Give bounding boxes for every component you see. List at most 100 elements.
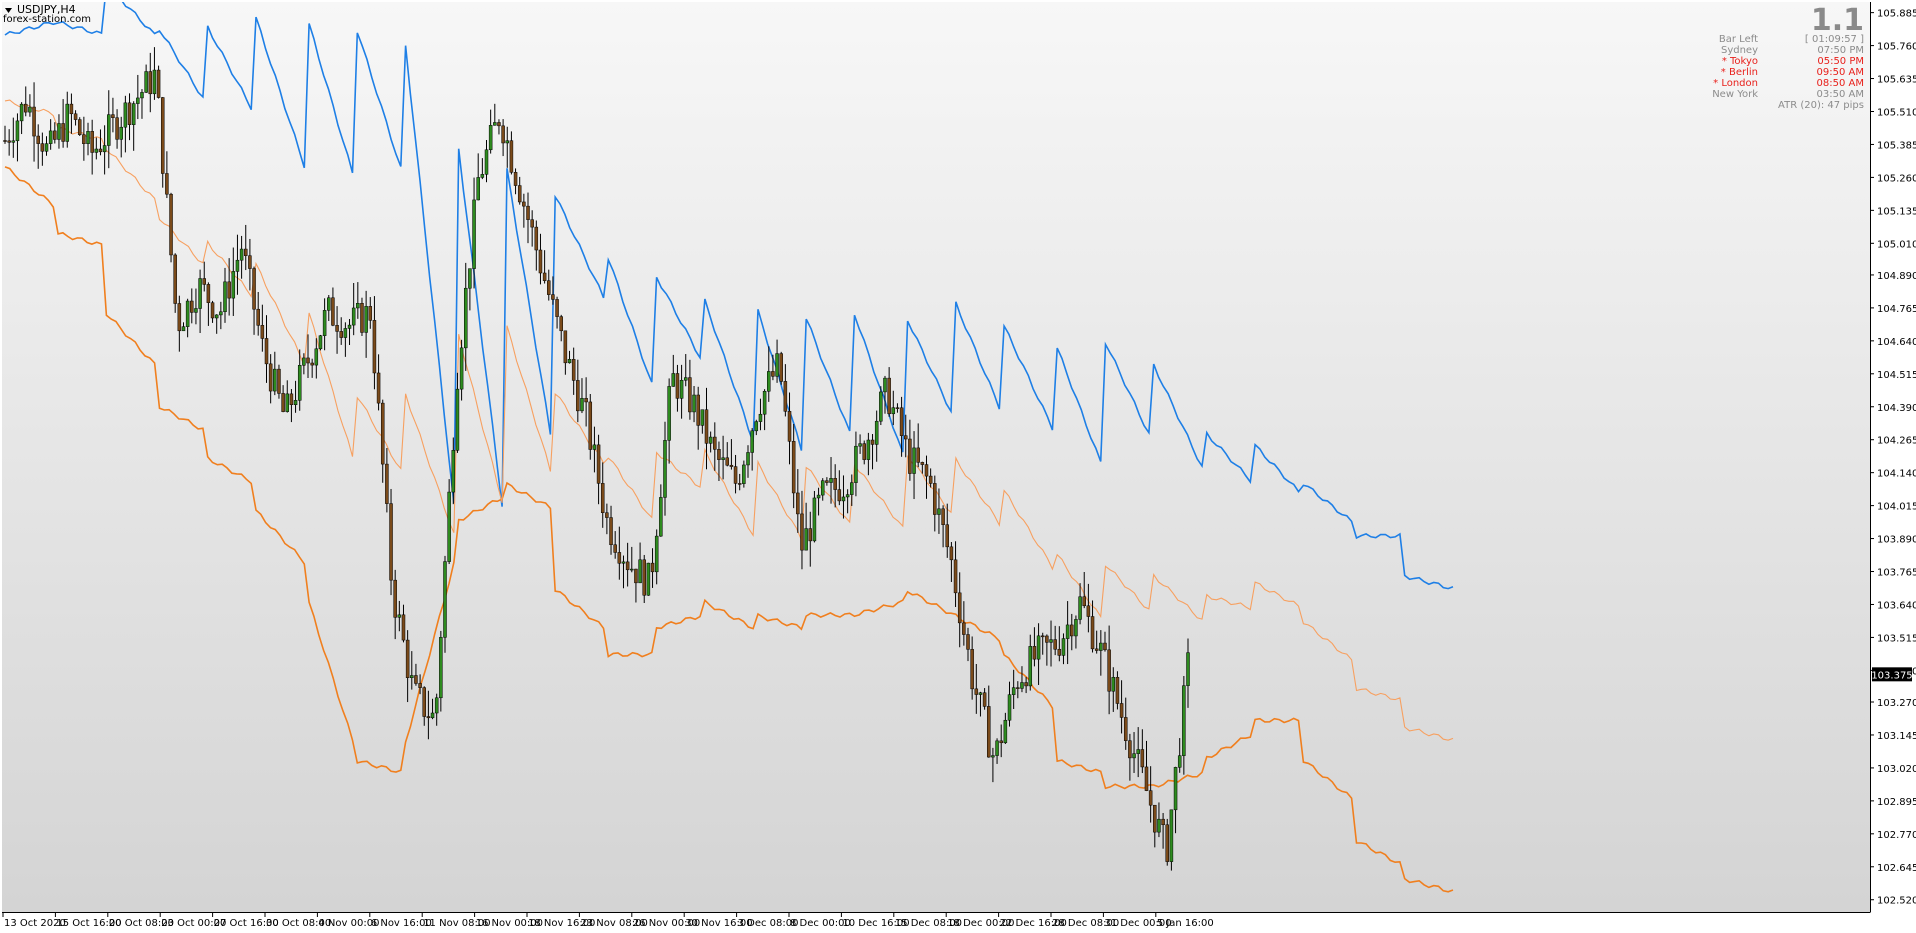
candle-body xyxy=(368,306,373,321)
y-tick-label: 104.515 xyxy=(1877,370,1916,381)
candle-body xyxy=(1173,767,1178,811)
bear-candle xyxy=(156,65,161,99)
candle-body xyxy=(389,503,393,581)
price-chart[interactable]: 105.885 105.760 105.635 105.510 105.385 105.2… xyxy=(0,0,1916,933)
bear-candle xyxy=(779,351,783,385)
candle-body xyxy=(874,420,879,445)
candle-body xyxy=(380,402,385,465)
y-tick-label: 104.640 xyxy=(1877,337,1916,348)
candle-body xyxy=(1186,652,1190,686)
candle-body xyxy=(148,71,153,95)
candle-body xyxy=(683,377,688,381)
session-time: 07:50 PM xyxy=(1817,45,1864,56)
candle-body xyxy=(152,69,157,95)
candle-body xyxy=(244,248,248,256)
candle-body xyxy=(314,348,319,366)
candle-body xyxy=(642,559,646,596)
candle-body xyxy=(397,614,402,618)
candle-body xyxy=(713,436,717,450)
candle-body xyxy=(426,716,431,719)
y-tick-label: 102.895 xyxy=(1877,797,1916,808)
candle-body xyxy=(44,143,49,152)
candle-body xyxy=(1103,642,1107,651)
candle-body xyxy=(721,457,725,460)
candle-body xyxy=(256,308,260,326)
y-tick-label: 103.270 xyxy=(1877,698,1916,709)
candle-body xyxy=(978,692,983,695)
y-tick-label: 103.020 xyxy=(1877,764,1916,775)
y-tick-label: 105.135 xyxy=(1877,206,1916,217)
candle-body xyxy=(376,372,381,404)
candle-body xyxy=(1107,649,1111,692)
candle-body xyxy=(468,268,472,289)
bull-candle xyxy=(447,479,451,565)
candle-body xyxy=(119,126,123,140)
candle-body xyxy=(1140,749,1145,768)
candle-body xyxy=(322,310,327,336)
candle-body xyxy=(19,103,24,122)
candle-body xyxy=(1082,596,1086,607)
candle-body xyxy=(318,335,323,350)
candle-body xyxy=(86,131,90,144)
candle-body xyxy=(239,248,244,261)
candle-body xyxy=(883,377,887,393)
candle-body xyxy=(858,443,862,447)
session-name: Sydney xyxy=(1721,45,1758,56)
candle-body xyxy=(102,145,107,153)
candle-body xyxy=(551,294,555,300)
candle-body xyxy=(11,140,16,143)
bear-candle xyxy=(360,297,364,336)
candle-body xyxy=(372,320,377,374)
candle-body xyxy=(953,559,958,594)
candle-body xyxy=(638,559,642,584)
candle-body xyxy=(1049,639,1053,643)
candle-body xyxy=(285,393,290,412)
candle-body xyxy=(1128,740,1132,759)
candle-body xyxy=(659,497,663,537)
candle-body xyxy=(912,447,916,474)
candle-body xyxy=(1161,818,1165,826)
candle-body xyxy=(513,172,518,186)
candle-body xyxy=(289,393,294,405)
candle-body xyxy=(862,443,866,460)
candle-body xyxy=(493,122,497,126)
candle-body xyxy=(447,491,451,562)
candle-body xyxy=(820,480,825,496)
candle-body xyxy=(1111,677,1116,692)
candle-body xyxy=(385,463,389,504)
candle-body xyxy=(206,284,211,303)
candle-body xyxy=(696,394,700,426)
candle-body xyxy=(555,299,559,317)
candle-body xyxy=(1119,703,1124,718)
candle-body xyxy=(1086,605,1091,617)
candle-body xyxy=(704,409,709,444)
candle-body xyxy=(654,535,659,573)
candle-body xyxy=(634,568,638,584)
candle-body xyxy=(127,102,132,125)
candle-body xyxy=(837,489,842,502)
candle-body xyxy=(974,688,979,695)
candle-body xyxy=(816,494,821,499)
candle-body xyxy=(28,106,32,113)
candle-body xyxy=(1040,635,1045,638)
candle-body xyxy=(82,134,86,144)
candle-body xyxy=(970,649,974,690)
candle-body xyxy=(1078,596,1082,620)
watermark-text: forex-station.com xyxy=(3,14,91,25)
plot-area[interactable] xyxy=(2,2,1870,912)
candle-body xyxy=(173,254,177,304)
candle-body xyxy=(422,687,426,717)
candle-body xyxy=(1132,753,1136,759)
y-tick-label: 104.140 xyxy=(1877,469,1916,480)
candle-body xyxy=(534,226,539,251)
candle-body xyxy=(787,411,792,442)
candle-body xyxy=(501,125,505,144)
candle-body xyxy=(73,113,78,120)
candle-body xyxy=(57,123,61,140)
candle-body xyxy=(36,135,40,144)
candle-body xyxy=(7,140,11,143)
candle-body xyxy=(252,268,256,310)
y-tick-label: 105.385 xyxy=(1877,140,1916,151)
session-time: 09:50 AM xyxy=(1817,67,1864,78)
candle-body xyxy=(941,508,945,525)
